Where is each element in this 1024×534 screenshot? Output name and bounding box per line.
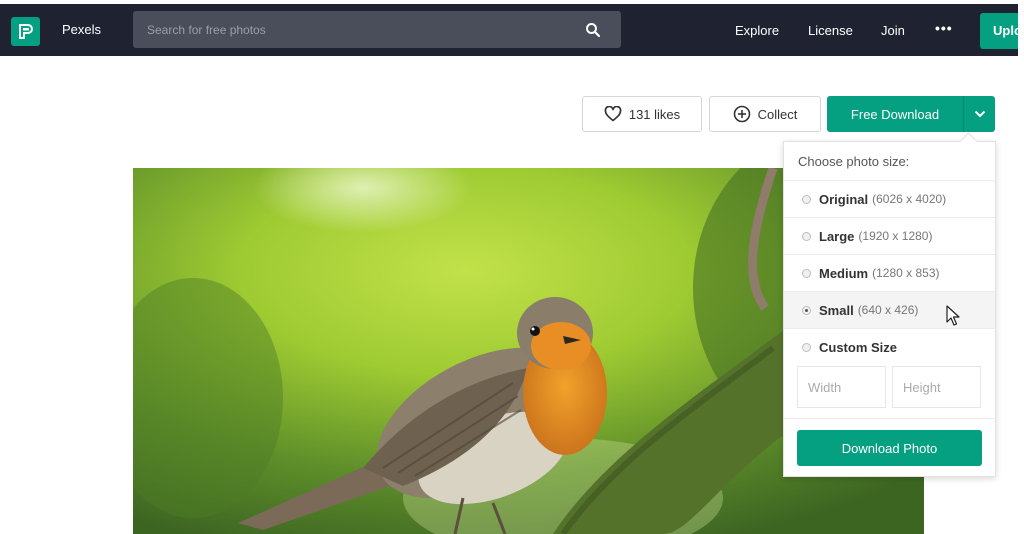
size-option-original[interactable]: Original (6026 x 4020)	[784, 180, 995, 217]
radio-medium[interactable]	[802, 268, 811, 278]
dropdown-arrow	[959, 132, 978, 151]
option-dimensions: (6026 x 4020)	[872, 192, 947, 206]
radio-custom[interactable]	[802, 342, 811, 352]
search-bar	[133, 11, 621, 48]
top-navigation-bar: Pexels Explore License Join ••• Upload	[0, 4, 1024, 56]
size-option-small[interactable]: Small (640 x 426)	[784, 291, 995, 328]
more-menu-icon[interactable]: •••	[935, 20, 953, 36]
nav-license[interactable]: License	[808, 23, 853, 38]
free-download-button[interactable]: Free Download	[827, 96, 963, 132]
size-option-custom[interactable]: Custom Size	[784, 328, 995, 365]
nav-explore[interactable]: Explore	[735, 23, 779, 38]
download-photo-button[interactable]: Download Photo	[797, 430, 982, 466]
radio-original[interactable]	[802, 194, 811, 204]
option-name: Medium	[819, 265, 869, 281]
cursor-icon	[946, 305, 960, 326]
search-input[interactable]	[133, 11, 587, 48]
custom-width-input[interactable]	[797, 366, 886, 408]
option-dimensions: (640 x 426)	[857, 303, 919, 317]
custom-height-input[interactable]	[892, 366, 981, 408]
option-dimensions: (1280 x 853)	[872, 266, 940, 280]
photo-size-dropdown: Choose photo size: Original (6026 x 4020…	[783, 132, 996, 477]
option-name: Custom Size	[819, 339, 898, 355]
size-option-medium[interactable]: Medium (1280 x 853)	[784, 254, 995, 291]
option-dimensions: (1920 x 1280)	[858, 229, 933, 243]
like-button[interactable]: 131 likes	[582, 96, 702, 132]
brand-name[interactable]: Pexels	[62, 22, 101, 37]
divider	[784, 418, 995, 419]
heart-icon	[604, 106, 622, 122]
pexels-logo-icon[interactable]	[11, 17, 40, 46]
collect-label: Collect	[757, 106, 798, 122]
plus-circle-icon	[733, 105, 750, 123]
chevron-down-icon	[974, 110, 985, 118]
option-name: Original	[819, 191, 869, 207]
dropdown-title: Choose photo size:	[798, 154, 910, 169]
radio-large[interactable]	[802, 231, 811, 241]
option-name: Small	[819, 302, 854, 318]
likes-count: 131 likes	[628, 106, 681, 122]
search-icon[interactable]	[585, 22, 601, 38]
option-name: Large	[819, 228, 855, 244]
page-edge	[1018, 0, 1024, 534]
size-option-large[interactable]: Large (1920 x 1280)	[784, 217, 995, 254]
download-options-toggle[interactable]	[963, 96, 995, 132]
radio-small[interactable]	[802, 305, 811, 315]
collect-button[interactable]: Collect	[709, 96, 821, 132]
nav-join[interactable]: Join	[881, 23, 905, 38]
